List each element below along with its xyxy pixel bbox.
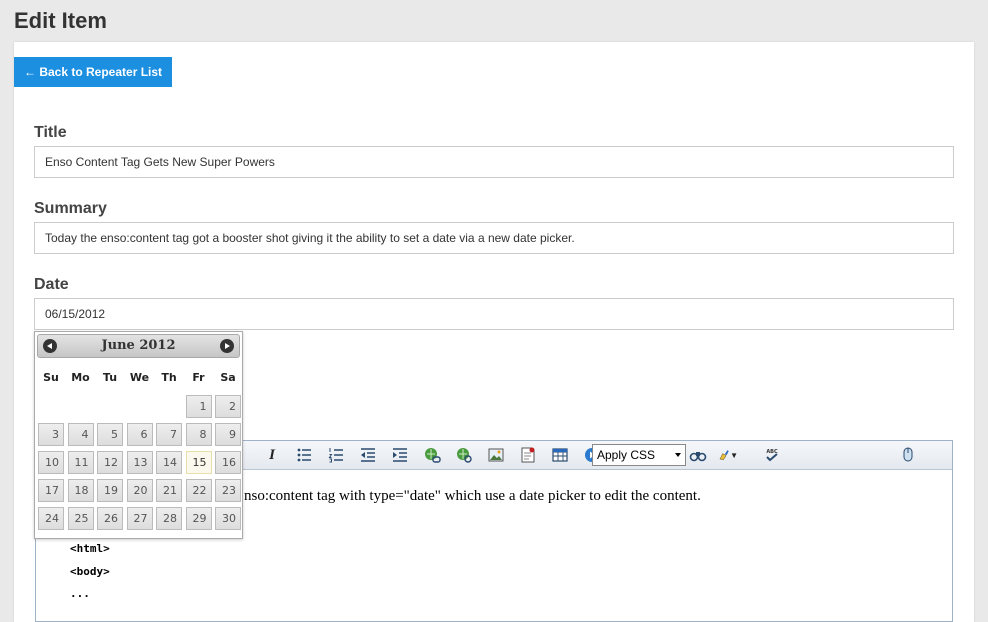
date-input[interactable] bbox=[34, 298, 954, 330]
indent-icon[interactable] bbox=[390, 445, 410, 465]
editor-body-text: nso:content tag with type="date" which u… bbox=[244, 488, 701, 504]
insert-image-icon[interactable] bbox=[486, 445, 506, 465]
weekday-header: Tu bbox=[102, 371, 118, 384]
apply-css-label: Apply CSS bbox=[597, 448, 656, 462]
calendar-day[interactable]: 19 bbox=[97, 479, 123, 502]
calendar-day[interactable]: 1 bbox=[185, 395, 212, 418]
weekday-header: Th bbox=[161, 371, 177, 384]
date-picker-month-label: June 2012 bbox=[101, 338, 176, 353]
calendar-day[interactable]: 8 bbox=[185, 423, 212, 446]
calendar-day[interactable]: 28 bbox=[156, 507, 182, 530]
weekday-header: Sa bbox=[220, 371, 236, 384]
calendar-day[interactable]: 18 bbox=[67, 479, 94, 502]
summary-input[interactable] bbox=[34, 222, 954, 254]
italic-icon[interactable]: I bbox=[262, 445, 282, 465]
calendar-day[interactable]: 27 bbox=[126, 507, 153, 530]
calendar-day[interactable]: 9 bbox=[215, 423, 241, 446]
calendar-day[interactable]: 7 bbox=[156, 423, 182, 446]
calendar-day[interactable]: 24 bbox=[38, 507, 64, 530]
code-line: <body> bbox=[70, 565, 110, 578]
title-label: Title bbox=[34, 124, 67, 141]
calendar-day[interactable]: 20 bbox=[126, 479, 153, 502]
find-replace-icon[interactable] bbox=[688, 445, 708, 465]
calendar-day[interactable]: 12 bbox=[97, 451, 123, 474]
date-picker: June 2012 Su Mo Tu We Th Fr Sa 1 2 3 4 5 6 7 8 9 10 11 12 1… bbox=[34, 331, 243, 539]
chevron-down-icon bbox=[675, 453, 681, 457]
weekday-header: Su bbox=[43, 371, 59, 384]
calendar-day[interactable]: 16 bbox=[215, 451, 241, 474]
date-picker-header: June 2012 bbox=[37, 334, 240, 358]
date-label: Date bbox=[34, 276, 69, 293]
outdent-icon[interactable] bbox=[358, 445, 378, 465]
calendar-day[interactable]: 10 bbox=[38, 451, 64, 474]
weekday-header: Mo bbox=[71, 371, 90, 384]
weekday-header: We bbox=[129, 371, 150, 384]
next-month-icon[interactable] bbox=[220, 339, 234, 353]
code-line: ... bbox=[70, 587, 90, 600]
calendar-day[interactable]: 29 bbox=[185, 507, 212, 530]
code-line: <html> bbox=[70, 542, 110, 555]
numbered-list-icon[interactable] bbox=[326, 445, 346, 465]
weekday-header: Fr bbox=[192, 371, 205, 384]
calendar-day[interactable]: 23 bbox=[215, 479, 241, 502]
insert-link-icon[interactable] bbox=[422, 445, 442, 465]
apply-css-select[interactable]: Apply CSS bbox=[592, 444, 686, 466]
calendar-day[interactable]: 3 bbox=[38, 423, 64, 446]
calendar-day[interactable]: 22 bbox=[185, 479, 212, 502]
remove-link-icon[interactable] bbox=[454, 445, 474, 465]
calendar-day[interactable]: 14 bbox=[156, 451, 182, 474]
spellcheck-icon[interactable]: ABC bbox=[762, 445, 782, 465]
title-input[interactable] bbox=[34, 146, 954, 178]
calendar-day[interactable]: 6 bbox=[126, 423, 153, 446]
insert-document-icon[interactable] bbox=[518, 445, 538, 465]
calendar-day[interactable]: 5 bbox=[97, 423, 123, 446]
format-stripper-icon[interactable]: ▼ bbox=[718, 445, 738, 465]
calendar-day[interactable]: 13 bbox=[126, 451, 153, 474]
bullet-list-icon[interactable] bbox=[294, 445, 314, 465]
calendar-day[interactable]: 2 bbox=[215, 395, 241, 418]
calendar-day[interactable]: 21 bbox=[156, 479, 182, 502]
calendar-day[interactable]: 26 bbox=[97, 507, 123, 530]
calendar-day[interactable]: 4 bbox=[67, 423, 94, 446]
page-title: Edit Item bbox=[14, 8, 107, 33]
calendar-day[interactable]: 11 bbox=[67, 451, 94, 474]
mouse-icon[interactable] bbox=[898, 445, 918, 465]
calendar-day[interactable]: 17 bbox=[38, 479, 64, 502]
prev-month-icon[interactable] bbox=[43, 339, 57, 353]
back-to-repeater-list-button[interactable]: ← Back to Repeater List bbox=[14, 57, 173, 87]
summary-label: Summary bbox=[34, 200, 107, 217]
calendar-day[interactable]: 30 bbox=[215, 507, 241, 530]
calendar-day[interactable]: 15 bbox=[185, 451, 212, 474]
insert-table-icon[interactable] bbox=[550, 445, 570, 465]
calendar-day[interactable]: 25 bbox=[67, 507, 94, 530]
